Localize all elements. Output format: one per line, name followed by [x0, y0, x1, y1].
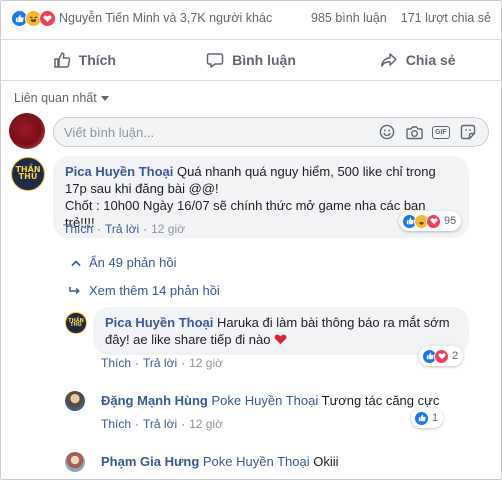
reply-timestamp[interactable]: 12 giờ	[189, 417, 223, 431]
avatar-logo-text: THẦN THÚ	[15, 165, 41, 181]
reply-reaction-count[interactable]: 2	[419, 346, 464, 366]
reply-reply-link[interactable]: Trả lời	[143, 356, 177, 370]
reply-like-link[interactable]: Thích	[101, 356, 131, 370]
reply-author-name[interactable]: Phạm Gia Hưng	[101, 454, 199, 469]
comment-input[interactable]	[64, 124, 370, 140]
camera-icon[interactable]	[404, 123, 424, 141]
share-button-label: Chia sẻ	[405, 52, 456, 68]
thumbs-up-icon	[53, 52, 70, 68]
comment-reply-link[interactable]: Trả lời	[105, 222, 139, 236]
share-button[interactable]: Chia sẻ	[334, 40, 501, 80]
emoji-icon[interactable]	[377, 123, 397, 141]
reaction-names[interactable]: Nguyễn Tiến Minh và 3,7K người khác	[59, 11, 297, 25]
comment-composer: GIF	[53, 117, 489, 147]
reply-timestamp[interactable]: 12 giờ	[189, 356, 223, 370]
reaction-count-number: 2	[452, 350, 459, 362]
reply-meta: Thích · Trả lời · 12 giờ	[101, 417, 223, 431]
reaction-count-number: 95	[444, 215, 457, 227]
caret-down-icon	[100, 95, 109, 101]
love-reaction-icon	[426, 213, 441, 229]
reply-mention[interactable]: Poke Huyền Thoại	[212, 393, 319, 408]
comments-count[interactable]: 985 bình luận	[311, 11, 387, 25]
comment-button[interactable]: Bình luận	[168, 40, 335, 80]
comment-author-avatar[interactable]: THẦN THÚ	[11, 157, 45, 191]
reply-arrow-icon	[69, 286, 80, 294]
red-heart-icon	[274, 334, 287, 345]
comment-reaction-count[interactable]: 95	[399, 211, 462, 231]
reply-inline-text: Phạm Gia Hưng Poke Huyền Thoại Okiii	[101, 454, 339, 469]
reply-text: Okiii	[313, 454, 339, 469]
composer-tools: GIF	[370, 123, 478, 141]
like-button[interactable]: Thích	[1, 40, 168, 80]
reply-author-avatar[interactable]: THẦN THÚ	[65, 312, 87, 334]
reply-author-name[interactable]: Đặng Mạnh Hùng	[101, 393, 208, 408]
love-reaction-icon	[434, 348, 449, 364]
chevron-up-icon	[71, 259, 81, 266]
reaction-count-number: 1	[432, 412, 439, 424]
hide-replies-link[interactable]: Ẩn 49 phản hồi	[71, 255, 176, 270]
reply-author-name[interactable]: Pica Huyền Thoại	[105, 315, 213, 330]
reply-bubble: Pica Huyền Thoại Haruka đi làm bài thông…	[93, 307, 469, 355]
reply-like-link[interactable]: Thích	[101, 417, 131, 431]
comment-author-name[interactable]: Pica Huyền Thoại	[65, 164, 173, 179]
gif-icon[interactable]: GIF	[431, 123, 451, 141]
reaction-summary-bar: Nguyễn Tiến Minh và 3,7K người khác 985 …	[1, 1, 501, 35]
sort-label: Liên quan nhất	[14, 91, 97, 105]
comment-text-line-1: Quá nhanh quá nguy hiểm, 500 like chỉ tr…	[177, 164, 436, 179]
comment-sort-dropdown[interactable]: Liên quan nhất	[14, 91, 109, 105]
reply-meta: Thích · Trả lời · 12 giờ	[101, 356, 223, 370]
love-reaction-icon	[39, 9, 56, 27]
reply-reply-link[interactable]: Trả lời	[143, 417, 177, 431]
more-replies-link[interactable]: Xem thêm 14 phản hồi	[69, 283, 220, 298]
reply-text-line-1: Haruka đi làm bài thông báo ra mắt sớm	[217, 315, 450, 330]
reply-author-avatar[interactable]	[65, 452, 85, 472]
more-replies-label: Xem thêm 14 phản hồi	[89, 283, 220, 298]
post-comments-panel: Nguyễn Tiến Minh và 3,7K người khác 985 …	[0, 0, 502, 480]
reply-author-avatar[interactable]	[65, 391, 85, 411]
comment-like-link[interactable]: Thích	[63, 222, 93, 236]
comment-meta: Thích · Trả lời · 12 giờ	[63, 222, 185, 236]
shares-count[interactable]: 171 lượt chia sẻ	[401, 11, 491, 25]
reply-text: Tương tác căng cực	[321, 393, 440, 408]
reply-reaction-count[interactable]: 1	[411, 408, 444, 428]
comment-text-line-2: 17p sau khi đăng bài @@!	[65, 181, 219, 196]
reaction-icons[interactable]	[11, 9, 56, 27]
comment-timestamp[interactable]: 12 giờ	[151, 222, 185, 236]
reply-mention[interactable]: Poke Huyền Thoại	[203, 454, 310, 469]
reply-inline-text: Đặng Mạnh Hùng Poke Huyền Thoại Tương tá…	[101, 393, 439, 408]
sticker-icon[interactable]	[458, 123, 478, 141]
avatar-logo-text: THẦN THÚ	[68, 317, 84, 328]
like-reaction-icon	[414, 410, 429, 426]
current-user-avatar[interactable]	[9, 113, 45, 149]
comment-button-label: Bình luận	[232, 52, 296, 68]
reply-text-line-2: đây! ae like share tiếp đi nào	[105, 332, 271, 347]
post-action-bar: Thích Bình luận Chia sẻ	[1, 39, 501, 81]
like-button-label: Thích	[78, 52, 116, 68]
share-arrow-icon	[380, 53, 397, 67]
comment-bubble-icon	[206, 53, 224, 68]
hide-replies-label: Ẩn 49 phản hồi	[89, 255, 177, 270]
